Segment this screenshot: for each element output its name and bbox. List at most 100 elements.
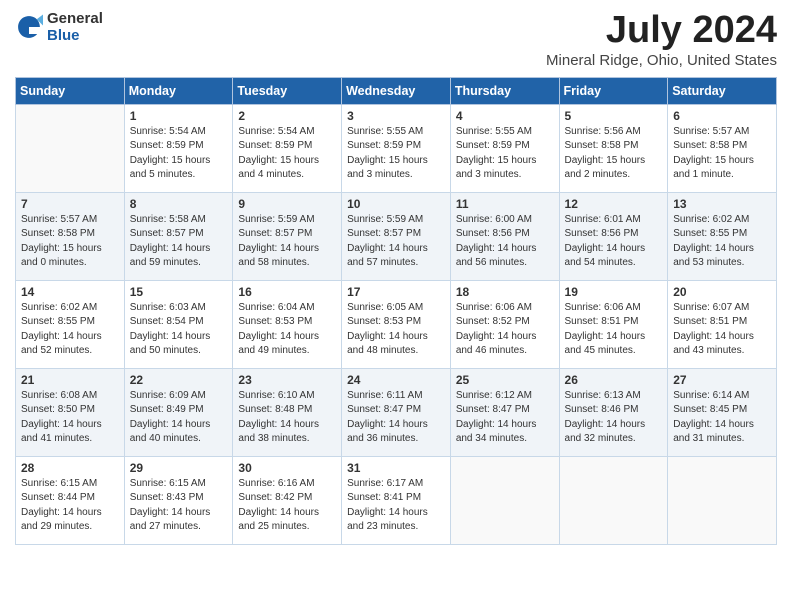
day-cell: 23 Sunrise: 6:10 AMSunset: 8:48 PMDayligh… <box>233 368 342 456</box>
day-number: 4 <box>456 109 555 123</box>
day-info: Sunrise: 6:02 AMSunset: 8:55 PMDaylight:… <box>673 213 772 271</box>
day-number: 1 <box>130 109 229 123</box>
day-info: Sunrise: 5:59 AMSunset: 8:57 PMDaylight:… <box>238 213 337 271</box>
day-cell: 2Sunrise: 5:54 AMSunset: 8:59 PMDaylight… <box>233 104 342 192</box>
day-info: Sunrise: 5:57 AMSunset: 8:58 PMDaylight:… <box>673 125 772 183</box>
calendar-table: SundayMondayTuesdayWednesdayThursdayFrid… <box>15 77 777 545</box>
day-cell: 9 Sunrise: 5:59 AMSunset: 8:57 PMDaylight… <box>233 192 342 280</box>
day-number: 28 <box>21 461 120 475</box>
day-number: 9 <box>238 197 337 211</box>
day-number: 27 <box>673 373 772 387</box>
day-cell <box>450 456 559 544</box>
day-cell: 3Sunrise: 5:55 AMSunset: 8:59 PMDaylight… <box>342 104 451 192</box>
day-info: Sunrise: 5:59 AMSunset: 8:57 PMDaylight:… <box>347 213 446 271</box>
header-row: SundayMondayTuesdayWednesdayThursdayFrid… <box>16 77 777 104</box>
day-cell: 25Sunrise: 6:12 AMSunset: 8:47 PMDayligh… <box>450 368 559 456</box>
col-header-thursday: Thursday <box>450 77 559 104</box>
day-info: Sunrise: 6:08 AMSunset: 8:50 PMDaylight:… <box>21 389 120 447</box>
day-cell: 15 Sunrise: 6:03 AMSunset: 8:54 PMDayligh… <box>124 280 233 368</box>
day-cell: 29Sunrise: 6:15 AMSunset: 8:43 PMDayligh… <box>124 456 233 544</box>
day-number: 24 <box>347 373 446 387</box>
day-info: Sunrise: 6:15 AMSunset: 8:43 PMDaylight:… <box>130 477 229 535</box>
day-cell: 18 Sunrise: 6:06 AMSunset: 8:52 PMDayligh… <box>450 280 559 368</box>
day-info: Sunrise: 5:57 AMSunset: 8:58 PMDaylight:… <box>21 213 120 271</box>
day-number: 13 <box>673 197 772 211</box>
day-info: Sunrise: 5:54 AMSunset: 8:59 PMDaylight:… <box>238 125 337 183</box>
day-number: 31 <box>347 461 446 475</box>
day-info: Sunrise: 6:10 AMSunset: 8:48 PMDaylight:… <box>238 389 337 447</box>
day-number: 17 <box>347 285 446 299</box>
day-number: 11 <box>456 197 555 211</box>
day-cell: 7 Sunrise: 5:57 AMSunset: 8:58 PMDaylight… <box>16 192 125 280</box>
day-cell: 31Sunrise: 6:17 AMSunset: 8:41 PMDayligh… <box>342 456 451 544</box>
day-info: Sunrise: 6:13 AMSunset: 8:46 PMDaylight:… <box>565 389 664 447</box>
day-number: 20 <box>673 285 772 299</box>
day-number: 26 <box>565 373 664 387</box>
day-cell: 19 Sunrise: 6:06 AMSunset: 8:51 PMDayligh… <box>559 280 668 368</box>
day-info: Sunrise: 6:04 AMSunset: 8:53 PMDaylight:… <box>238 301 337 359</box>
page-header: General Blue July 2024 Mineral Ridge, Oh… <box>15 10 777 69</box>
day-number: 22 <box>130 373 229 387</box>
day-info: Sunrise: 6:05 AMSunset: 8:53 PMDaylight:… <box>347 301 446 359</box>
day-info: Sunrise: 6:07 AMSunset: 8:51 PMDaylight:… <box>673 301 772 359</box>
day-info: Sunrise: 5:56 AMSunset: 8:58 PMDaylight:… <box>565 125 664 183</box>
week-row-3: 14 Sunrise: 6:02 AMSunset: 8:55 PMDayligh… <box>16 280 777 368</box>
day-number: 18 <box>456 285 555 299</box>
day-info: Sunrise: 6:09 AMSunset: 8:49 PMDaylight:… <box>130 389 229 447</box>
col-header-friday: Friday <box>559 77 668 104</box>
day-cell: 28 Sunrise: 6:15 AMSunset: 8:44 PMDayligh… <box>16 456 125 544</box>
day-cell: 24 Sunrise: 6:11 AMSunset: 8:47 PMDayligh… <box>342 368 451 456</box>
day-cell: 20 Sunrise: 6:07 AMSunset: 8:51 PMDayligh… <box>668 280 777 368</box>
day-info: Sunrise: 6:06 AMSunset: 8:51 PMDaylight:… <box>565 301 664 359</box>
title-block: July 2024 Mineral Ridge, Ohio, United St… <box>546 10 777 69</box>
day-number: 19 <box>565 285 664 299</box>
day-info: Sunrise: 5:55 AMSunset: 8:59 PMDaylight:… <box>456 125 555 183</box>
day-cell: 17 Sunrise: 6:05 AMSunset: 8:53 PMDayligh… <box>342 280 451 368</box>
day-info: Sunrise: 5:55 AMSunset: 8:59 PMDaylight:… <box>347 125 446 183</box>
day-number: 10 <box>347 197 446 211</box>
col-header-sunday: Sunday <box>16 77 125 104</box>
day-info: Sunrise: 5:54 AMSunset: 8:59 PMDaylight:… <box>130 125 229 183</box>
day-number: 23 <box>238 373 337 387</box>
week-row-4: 21 Sunrise: 6:08 AMSunset: 8:50 PMDayligh… <box>16 368 777 456</box>
week-row-2: 7 Sunrise: 5:57 AMSunset: 8:58 PMDaylight… <box>16 192 777 280</box>
day-cell: 26 Sunrise: 6:13 AMSunset: 8:46 PMDayligh… <box>559 368 668 456</box>
day-number: 6 <box>673 109 772 123</box>
logo-general-text: General <box>47 10 103 27</box>
day-info: Sunrise: 6:11 AMSunset: 8:47 PMDaylight:… <box>347 389 446 447</box>
day-cell <box>559 456 668 544</box>
day-info: Sunrise: 6:06 AMSunset: 8:52 PMDaylight:… <box>456 301 555 359</box>
day-cell <box>668 456 777 544</box>
day-cell: 10 Sunrise: 5:59 AMSunset: 8:57 PMDayligh… <box>342 192 451 280</box>
day-info: Sunrise: 6:02 AMSunset: 8:55 PMDaylight:… <box>21 301 120 359</box>
day-info: Sunrise: 6:01 AMSunset: 8:56 PMDaylight:… <box>565 213 664 271</box>
day-info: Sunrise: 6:15 AMSunset: 8:44 PMDaylight:… <box>21 477 120 535</box>
col-header-saturday: Saturday <box>668 77 777 104</box>
day-number: 16 <box>238 285 337 299</box>
logo-icon <box>15 13 43 41</box>
month-title: July 2024 <box>546 10 777 52</box>
day-cell: 8Sunrise: 5:58 AMSunset: 8:57 PMDaylight… <box>124 192 233 280</box>
day-number: 15 <box>130 285 229 299</box>
day-cell: 21 Sunrise: 6:08 AMSunset: 8:50 PMDayligh… <box>16 368 125 456</box>
day-number: 12 <box>565 197 664 211</box>
day-number: 7 <box>21 197 120 211</box>
logo-blue-text: Blue <box>47 27 103 44</box>
day-info: Sunrise: 6:03 AMSunset: 8:54 PMDaylight:… <box>130 301 229 359</box>
day-number: 21 <box>21 373 120 387</box>
col-header-wednesday: Wednesday <box>342 77 451 104</box>
day-info: Sunrise: 6:12 AMSunset: 8:47 PMDaylight:… <box>456 389 555 447</box>
day-cell: 27Sunrise: 6:14 AMSunset: 8:45 PMDayligh… <box>668 368 777 456</box>
col-header-monday: Monday <box>124 77 233 104</box>
day-number: 5 <box>565 109 664 123</box>
day-cell: 30Sunrise: 6:16 AMSunset: 8:42 PMDayligh… <box>233 456 342 544</box>
day-cell: 5 Sunrise: 5:56 AMSunset: 8:58 PMDaylight… <box>559 104 668 192</box>
week-row-1: 1 Sunrise: 5:54 AMSunset: 8:59 PMDaylight… <box>16 104 777 192</box>
day-cell: 1 Sunrise: 5:54 AMSunset: 8:59 PMDaylight… <box>124 104 233 192</box>
day-cell: 4 Sunrise: 5:55 AMSunset: 8:59 PMDaylight… <box>450 104 559 192</box>
location-text: Mineral Ridge, Ohio, United States <box>546 52 777 69</box>
day-number: 14 <box>21 285 120 299</box>
day-number: 8 <box>130 197 229 211</box>
day-cell <box>16 104 125 192</box>
day-cell: 11Sunrise: 6:00 AMSunset: 8:56 PMDayligh… <box>450 192 559 280</box>
